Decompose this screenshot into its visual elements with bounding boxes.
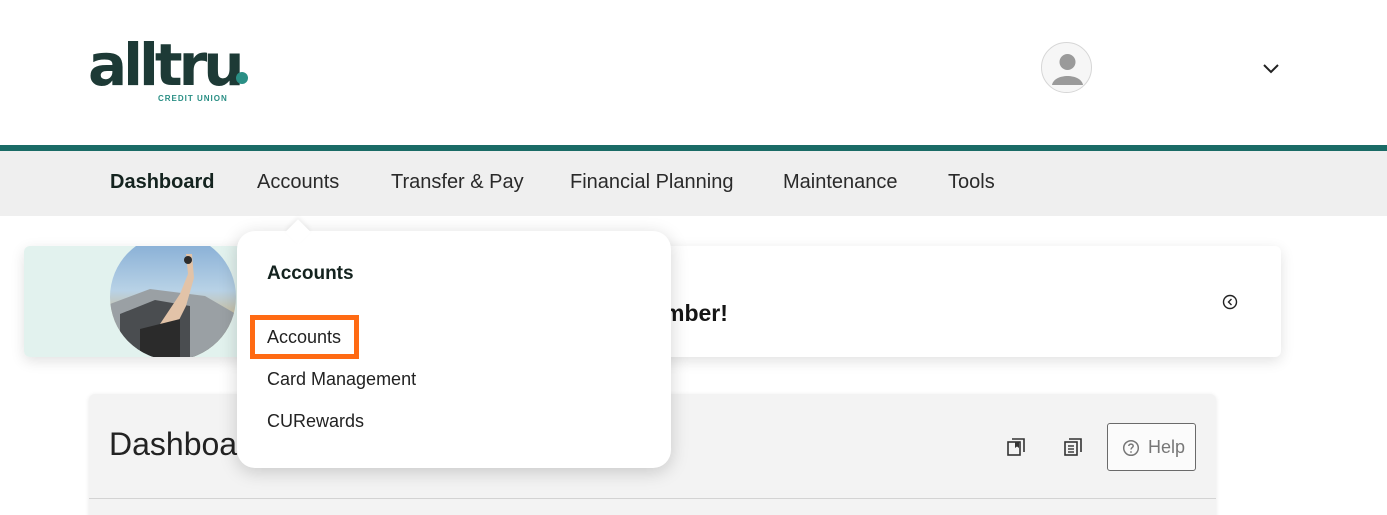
page-title: Dashboa [109, 426, 238, 462]
accounts-dropdown-menu: Accounts Accounts Card Management CURewa… [237, 219, 671, 468]
help-circle-icon [1122, 439, 1140, 457]
main-nav: Dashboard Accounts Transfer & Pay Financ… [0, 151, 1387, 216]
bookmark-list-icon[interactable] [1006, 437, 1026, 457]
nav-item-tools[interactable]: Tools [948, 171, 995, 194]
dropdown-caret [285, 219, 311, 245]
nav-item-dashboard[interactable]: Dashboard [110, 171, 214, 194]
circle-chevron-left-icon[interactable] [1222, 294, 1238, 310]
dropdown-heading: Accounts [267, 263, 354, 284]
nav-item-maintenance[interactable]: Maintenance [783, 171, 898, 194]
nav-item-financial-planning[interactable]: Financial Planning [570, 171, 733, 194]
banner-message: mber! [664, 300, 728, 326]
help-label: Help [1148, 437, 1186, 457]
chevron-down-icon[interactable] [1260, 58, 1282, 80]
logo-subtitle: CREDIT UNION [158, 94, 228, 103]
menu-item-curewards[interactable]: CURewards [267, 411, 364, 432]
menu-item-card-management[interactable]: Card Management [267, 369, 416, 390]
header: alltru CREDIT UNION [0, 0, 1387, 145]
nav-item-transfer-pay[interactable]: Transfer & Pay [391, 171, 524, 194]
help-button[interactable]: Help [1107, 423, 1196, 471]
alltru-logo[interactable]: alltru CREDIT UNION [88, 31, 258, 108]
list-view-icon[interactable] [1063, 437, 1083, 457]
logo-wordmark: alltru [88, 31, 245, 99]
nav-item-accounts[interactable]: Accounts [257, 171, 339, 194]
user-avatar-icon[interactable] [1041, 42, 1092, 93]
banner-photo [110, 246, 236, 357]
menu-item-accounts[interactable]: Accounts [267, 327, 341, 348]
logo-dot [236, 72, 248, 84]
card-divider [89, 498, 1216, 499]
